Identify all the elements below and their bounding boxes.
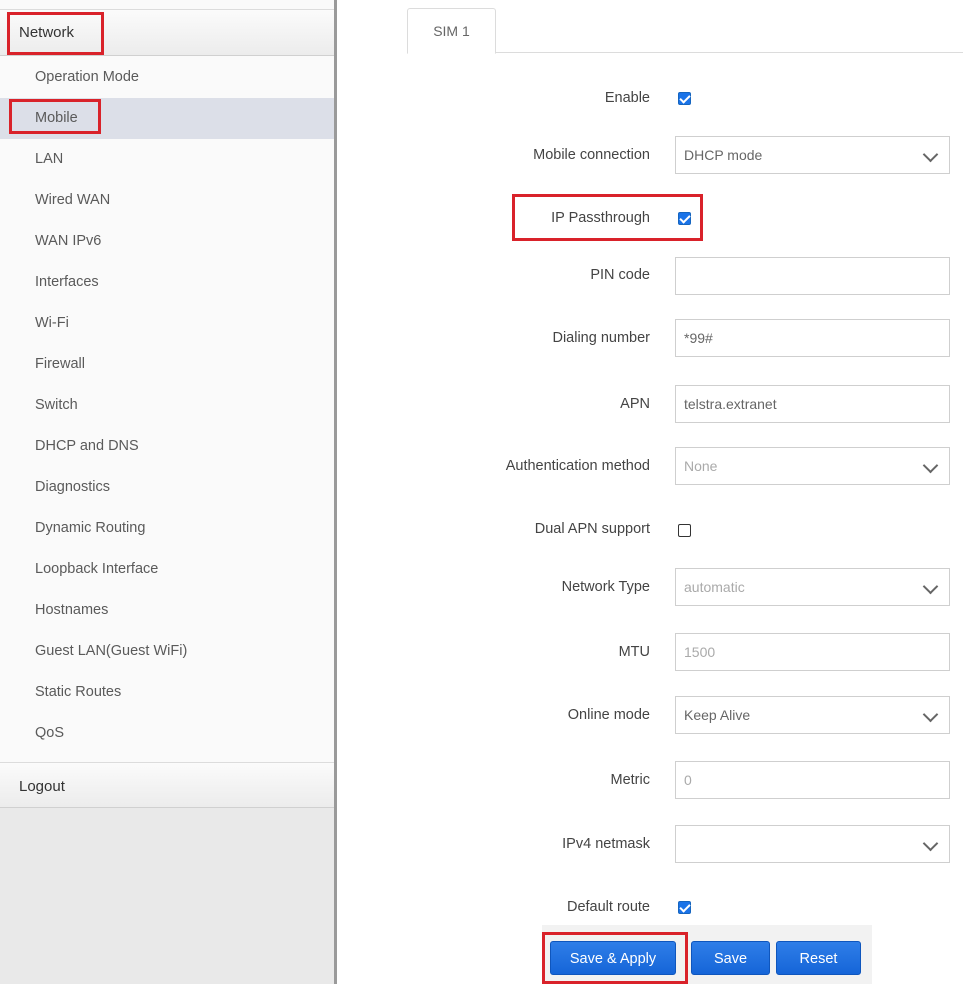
chevron-down-icon (922, 457, 939, 474)
save-button[interactable]: Save (691, 941, 770, 975)
sidebar-item-label: Wi-Fi (35, 315, 69, 331)
pin-code-label: PIN code (590, 267, 650, 283)
sidebar-menu: Operation Mode Mobile LAN Wired WAN WAN … (0, 57, 334, 754)
default-route-label: Default route (566, 899, 650, 915)
highlight-save-apply (542, 932, 688, 984)
online-mode-select[interactable]: Keep Alive (675, 696, 950, 734)
mtu-label: MTU (618, 644, 650, 660)
mtu-input[interactable]: 1500 (675, 633, 950, 671)
logout-label: Logout (19, 778, 65, 795)
sidebar-item-label: Wired WAN (35, 192, 111, 208)
metric-placeholder: 0 (684, 772, 692, 788)
network-type-value: automatic (684, 579, 745, 595)
sidebar-logout[interactable]: Logout (0, 762, 334, 808)
sidebar-item-static-routes[interactable]: Static Routes (0, 672, 334, 713)
sidebar-item-label: QoS (35, 725, 65, 741)
auth-method-label: Authentication method (505, 458, 650, 474)
sidebar-item-operation-mode[interactable]: Operation Mode (0, 57, 334, 98)
sidebar-item-label: Loopback Interface (35, 561, 159, 577)
highlight-mobile (9, 99, 101, 134)
pin-code-input[interactable] (675, 257, 950, 295)
sidebar-item-hostnames[interactable]: Hostnames (0, 590, 334, 631)
network-type-label: Network Type (561, 579, 650, 595)
sidebar-item-label: Interfaces (35, 274, 99, 290)
auth-method-select[interactable]: None (675, 447, 950, 485)
dialing-number-label: Dialing number (552, 330, 650, 346)
chevron-down-icon (922, 835, 939, 852)
sidebar-item-label: WAN IPv6 (35, 233, 102, 249)
sidebar-item-label: DHCP and DNS (35, 438, 139, 454)
reset-button[interactable]: Reset (776, 941, 861, 975)
dual-apn-checkbox[interactable] (678, 524, 691, 537)
chevron-down-icon (922, 706, 939, 723)
dual-apn-label: Dual APN support (534, 521, 650, 537)
sidebar-item-label: Dynamic Routing (35, 520, 146, 536)
chevron-down-icon (922, 578, 939, 595)
sidebar-item-lan[interactable]: LAN (0, 139, 334, 180)
sidebar-item-dynamic-routing[interactable]: Dynamic Routing (0, 508, 334, 549)
online-mode-value: Keep Alive (684, 707, 751, 723)
sidebar-item-qos[interactable]: QoS (0, 713, 334, 754)
sidebar-item-diagnostics[interactable]: Diagnostics (0, 467, 334, 508)
dialing-number-input[interactable]: *99# (675, 319, 950, 357)
sidebar: Network Operation Mode Mobile LAN Wired … (0, 0, 334, 984)
dialing-number-value: *99# (684, 330, 713, 346)
sidebar-item-label: Hostnames (35, 602, 109, 618)
highlight-network (7, 12, 104, 55)
sidebar-item-label: Firewall (35, 356, 85, 372)
sidebar-item-guest-lan[interactable]: Guest LAN(Guest WiFi) (0, 631, 334, 672)
chevron-down-icon (922, 146, 939, 163)
sidebar-item-wired-wan[interactable]: Wired WAN (0, 180, 334, 221)
sidebar-item-label: LAN (35, 151, 64, 167)
sidebar-item-loopback-interface[interactable]: Loopback Interface (0, 549, 334, 590)
tab-sim1[interactable]: SIM 1 (407, 8, 496, 54)
sidebar-item-label: Diagnostics (35, 479, 110, 495)
sidebar-item-firewall[interactable]: Firewall (0, 344, 334, 385)
sidebar-item-dhcp-dns[interactable]: DHCP and DNS (0, 426, 334, 467)
metric-input[interactable]: 0 (675, 761, 950, 799)
default-route-checkbox[interactable] (678, 901, 691, 914)
metric-label: Metric (610, 772, 650, 788)
ipv4-netmask-label: IPv4 netmask (562, 836, 650, 852)
sidebar-item-label: Operation Mode (35, 69, 139, 85)
tab-label: SIM 1 (433, 23, 470, 39)
network-type-select[interactable]: automatic (675, 568, 950, 606)
highlight-ip-passthrough (512, 194, 703, 241)
sidebar-item-label: Static Routes (35, 684, 122, 700)
mobile-connection-value: DHCP mode (684, 147, 763, 163)
sidebar-item-wan-ipv6[interactable]: WAN IPv6 (0, 221, 334, 262)
sidebar-item-label: Switch (35, 397, 78, 413)
enable-checkbox[interactable] (678, 92, 691, 105)
mobile-connection-select[interactable]: DHCP mode (675, 136, 950, 174)
auth-method-value: None (684, 458, 718, 474)
sidebar-item-wifi[interactable]: Wi-Fi (0, 303, 334, 344)
ipv4-netmask-select[interactable] (675, 825, 950, 863)
sidebar-filler (0, 808, 334, 984)
apn-value: telstra.extranet (684, 396, 777, 412)
mtu-placeholder: 1500 (684, 644, 716, 660)
sidebar-divider[interactable] (334, 0, 344, 984)
enable-label: Enable (604, 90, 650, 106)
apn-input[interactable]: telstra.extranet (675, 385, 950, 423)
sidebar-item-label: Guest LAN(Guest WiFi) (35, 643, 188, 659)
mobile-connection-label: Mobile connection (533, 147, 650, 163)
online-mode-label: Online mode (567, 707, 650, 723)
apn-label: APN (620, 396, 650, 412)
sidebar-item-interfaces[interactable]: Interfaces (0, 262, 334, 303)
sidebar-item-switch[interactable]: Switch (0, 385, 334, 426)
